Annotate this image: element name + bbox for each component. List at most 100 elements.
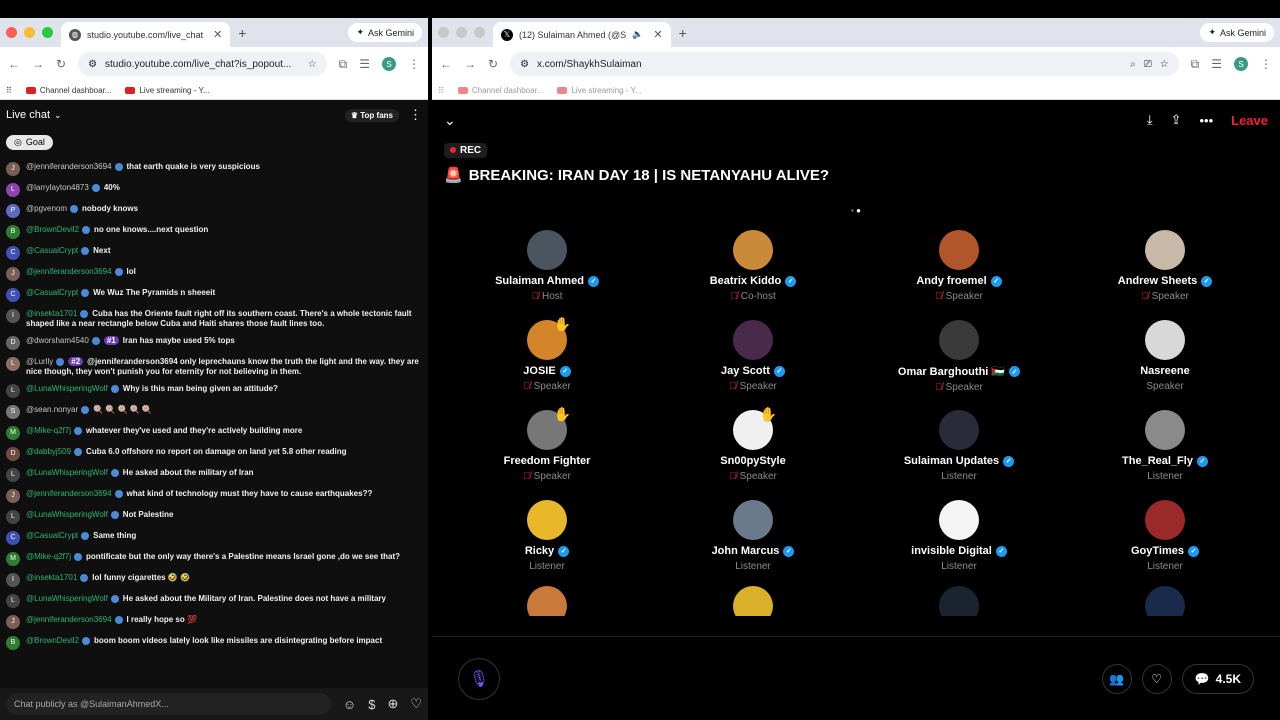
bookmark-channel-dashboard[interactable]: Channel dashboar... (457, 86, 543, 95)
bookmark-live-streaming[interactable]: Live streaming - Y... (125, 86, 209, 95)
avatar[interactable] (527, 586, 567, 616)
participant[interactable]: ✋ Freedom Fighter 🎙̸ Speaker (444, 406, 650, 492)
avatar[interactable]: L (6, 384, 20, 398)
avatar[interactable]: P (6, 204, 20, 218)
goal-button[interactable]: ◎ Goal (6, 134, 53, 150)
avatar[interactable] (939, 410, 979, 450)
add-icon[interactable]: ⊕ (387, 696, 398, 712)
microphone-button[interactable]: 🎙 (458, 657, 500, 700)
avatar[interactable] (527, 230, 567, 270)
forward-icon[interactable]: → (32, 57, 44, 71)
message-author[interactable]: @CasualCrypt (26, 288, 78, 297)
browser-tab[interactable]: 𝕏 (12) Sulaiman Ahmed (@S 🔈 ✕ (493, 22, 671, 47)
avatar[interactable] (939, 230, 979, 270)
avatar[interactable]: M (6, 426, 20, 440)
back-icon[interactable]: ← (440, 57, 452, 71)
emoji-icon[interactable]: ☺ (343, 697, 356, 712)
close-window-button[interactable] (6, 27, 17, 38)
close-tab-icon[interactable]: ✕ (653, 28, 662, 41)
ask-gemini-button[interactable]: ✦ Ask Gemini (1200, 23, 1274, 42)
avatar[interactable]: ✋ (527, 316, 571, 360)
message-author[interactable]: @LunaWhisperingWolf (26, 468, 108, 477)
avatar[interactable]: S (6, 405, 20, 419)
reaction-heart-icon[interactable]: ♡ (1141, 663, 1172, 694)
participant[interactable]: ✋ JOSIE ✓ 🎙̸ Speaker (444, 316, 650, 402)
bookmark-live-streaming[interactable]: Live streaming - Y... (557, 86, 641, 95)
participant[interactable]: GoyTimes ✓ Listener (1062, 500, 1268, 582)
close-tab-icon[interactable]: ✕ (213, 28, 222, 41)
chat-input[interactable]: Chat publicly as @SulaimanAhmedX... (6, 693, 331, 715)
message-author[interactable]: @Lurlly (26, 357, 53, 366)
heart-icon[interactable]: ♡ (410, 696, 422, 712)
cast-icon[interactable]: ⎚ (1144, 59, 1152, 70)
avatar[interactable]: L (6, 468, 20, 482)
menu-icon[interactable]: ⋮ (1260, 57, 1272, 71)
message-author[interactable]: @insekta1701 (26, 309, 77, 318)
new-tab-button[interactable]: + (238, 25, 246, 41)
super-chat-icon[interactable]: $ (368, 697, 375, 712)
address-bar[interactable]: ⚙ studio.youtube.com/live_chat?is_popout… (78, 52, 327, 76)
message-author[interactable]: @larrylayton4873 (26, 183, 89, 192)
participant[interactable] (1062, 586, 1268, 616)
avatar[interactable]: L (6, 357, 20, 371)
minimize-window-button[interactable] (24, 27, 35, 38)
participant[interactable]: John Marcus ✓ Listener (650, 500, 856, 582)
participant[interactable] (650, 586, 856, 616)
avatar[interactable]: L (6, 183, 20, 197)
zoom-icon[interactable]: ⌕ (1130, 59, 1136, 70)
tab-search-icon[interactable]: ☰ (359, 57, 370, 71)
avatar[interactable]: B (6, 636, 20, 650)
avatar[interactable]: C (6, 246, 20, 260)
apps-grid-icon[interactable]: ⠿ (6, 86, 12, 95)
avatar[interactable]: C (6, 288, 20, 302)
avatar[interactable]: I (6, 573, 20, 587)
participant[interactable]: Nasreene Speaker (1062, 320, 1268, 402)
chevron-down-icon[interactable]: ⌄ (54, 110, 62, 121)
message-author[interactable]: @BrownDevil2 (26, 225, 79, 234)
leave-button[interactable]: Leave (1231, 113, 1268, 128)
avatar[interactable] (733, 586, 773, 616)
avatar[interactable]: L (6, 594, 20, 608)
avatar[interactable] (939, 500, 979, 540)
participant[interactable]: Ricky ✓ Listener (444, 500, 650, 582)
avatar[interactable] (939, 586, 979, 616)
message-author[interactable]: @LunaWhisperingWolf (26, 384, 108, 393)
avatar[interactable]: J (6, 615, 20, 629)
extension-icon[interactable]: ⧉ (1191, 57, 1200, 72)
minimize-chevron-icon[interactable]: ⌄ (444, 112, 456, 129)
avatar[interactable]: C (6, 531, 20, 545)
message-author[interactable]: @Mike-q2f7j (26, 426, 71, 435)
message-author[interactable]: @jenniferanderson3694 (26, 267, 112, 276)
avatar[interactable]: D (6, 447, 20, 461)
avatar[interactable]: B (6, 225, 20, 239)
minimize-window-button[interactable] (456, 27, 467, 38)
participant[interactable]: Omar Barghouthi 🇵🇸 ✓ 🎙̸ Speaker (856, 320, 1062, 402)
message-author[interactable]: @jenniferanderson3694 (26, 489, 112, 498)
message-author[interactable]: @dworsham4540 (26, 336, 89, 345)
share-icon[interactable]: ⇪ (1171, 112, 1182, 128)
message-author[interactable]: @pgvenom (26, 204, 67, 213)
participant[interactable]: ✋ Sn00pyStyle 🎙̸ Speaker (650, 406, 856, 492)
zoom-window-button[interactable] (474, 27, 485, 38)
more-options-icon[interactable]: ⋮ (409, 107, 422, 123)
apps-grid-icon[interactable]: ⠿ (438, 86, 444, 95)
message-author[interactable]: @LunaWhisperingWolf (26, 510, 108, 519)
participant[interactable]: Andy froemel ✓ 🎙̸ Speaker (856, 230, 1062, 312)
close-window-button[interactable] (438, 27, 449, 38)
more-icon[interactable]: ••• (1199, 113, 1213, 128)
speaker-icon[interactable]: 🔈 (632, 29, 643, 40)
participant[interactable]: Andrew Sheets ✓ 🎙̸ Speaker (1062, 230, 1268, 312)
message-author[interactable]: @dabbyj509 (26, 447, 71, 456)
avatar[interactable]: D (6, 336, 20, 350)
site-info-icon[interactable]: ⚙ (520, 59, 529, 70)
avatar[interactable] (527, 500, 567, 540)
address-bar[interactable]: ⚙ x.com/ShaykhSulaiman ⌕ ⎚ ☆ (510, 52, 1179, 76)
browser-tab[interactable]: ◍ studio.youtube.com/live_chat ✕ (61, 22, 231, 47)
back-icon[interactable]: ← (8, 57, 20, 71)
avatar[interactable] (939, 320, 979, 360)
avatar[interactable]: ✋ (733, 406, 777, 450)
avatar[interactable]: ✋ (527, 406, 571, 450)
new-tab-button[interactable]: + (679, 25, 687, 41)
participant[interactable]: invisible Digital ✓ Listener (856, 500, 1062, 582)
avatar[interactable] (1145, 320, 1185, 360)
